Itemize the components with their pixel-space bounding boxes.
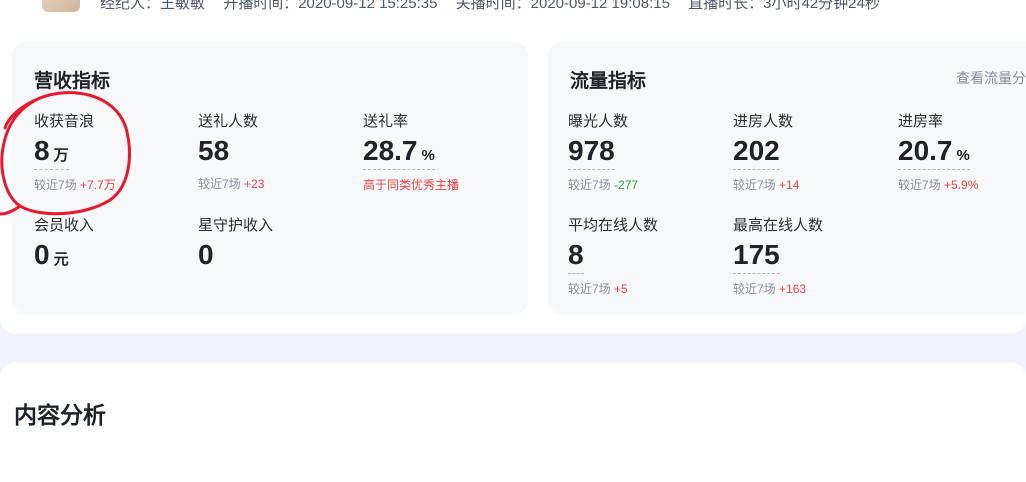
metric-guardian-income: 星守护收入 0 [198,214,348,273]
metric-compare: 较近7场 +5.9% [898,178,979,192]
metric-label: 星守护收入 [198,217,274,234]
metric-value[interactable]: 28.7% [363,135,435,170]
metric-value[interactable]: 20.7% [898,135,970,170]
metric-value[interactable]: 175 [733,239,780,274]
metric-compare: 较近7场 +23 [198,177,265,191]
duration: 直播时长：3小时42分钟24秒 [688,0,880,12]
metric-gift-givers: 送礼人数 58 较近7场 +23 [198,110,348,192]
avatar [42,0,80,12]
metric-label: 送礼率 [363,113,409,130]
metric-entry-rate: 进房率 20.7% 较近7场 +5.9% [898,110,1026,193]
metric-compare: 高于同类优秀主播 [363,178,460,192]
metric-label: 最高在线人数 [733,217,824,234]
metric-label: 送礼人数 [198,113,259,130]
end-time: 关播时间：2020-09-12 19:08:15 [455,0,670,12]
start-time: 开播时间：2020-09-12 15:25:35 [223,0,438,12]
traffic-card: 流量指标 查看流量分 曝光人数 978 较近7场 -277 进房人数 202 较… [548,42,1026,314]
metric-gift-rate: 送礼率 28.7% 高于同类优秀主播 [363,110,513,193]
metric-label: 进房人数 [733,113,794,130]
metric-value[interactable]: 202 [733,135,780,170]
metric-label: 进房率 [898,113,944,130]
agent-info: 经纪人：王敏敏 [100,0,206,12]
metric-compare: 较近7场 +14 [733,178,800,192]
annotation-circle [0,91,131,216]
metric-value[interactable]: 978 [568,135,615,170]
metric-label: 曝光人数 [568,113,629,130]
metric-exposure: 曝光人数 978 较近7场 -277 [568,110,718,193]
metric-label: 平均在线人数 [568,217,659,234]
content-analysis-title: 内容分析 [14,402,106,428]
metrics-panel: 营收指标 收获音浪 8万 较近7场 +7.7万 送礼人数 58 较近7场 +23… [0,28,1026,334]
view-traffic-link[interactable]: 查看流量分 [956,68,1026,88]
content-analysis-section: 内容分析 [0,362,1026,482]
metric-value[interactable]: 8 [568,239,584,274]
metric-peak-online: 最高在线人数 175 较近7场 +163 [733,214,883,297]
metric-value: 58 [198,135,230,166]
metric-compare: 较近7场 +163 [733,282,807,296]
metric-avg-online: 平均在线人数 8 较近7场 +5 [568,214,718,297]
metric-compare: 较近7场 +5 [568,282,628,296]
metric-compare: 较近7场 -277 [568,178,639,192]
metric-value: 0 [198,239,214,270]
traffic-title: 流量指标 [570,71,647,92]
metric-room-entries: 进房人数 202 较近7场 +14 [733,110,883,193]
stream-info: 经纪人：王敏敏 开播时间：2020-09-12 15:25:35 关播时间：20… [100,0,894,13]
